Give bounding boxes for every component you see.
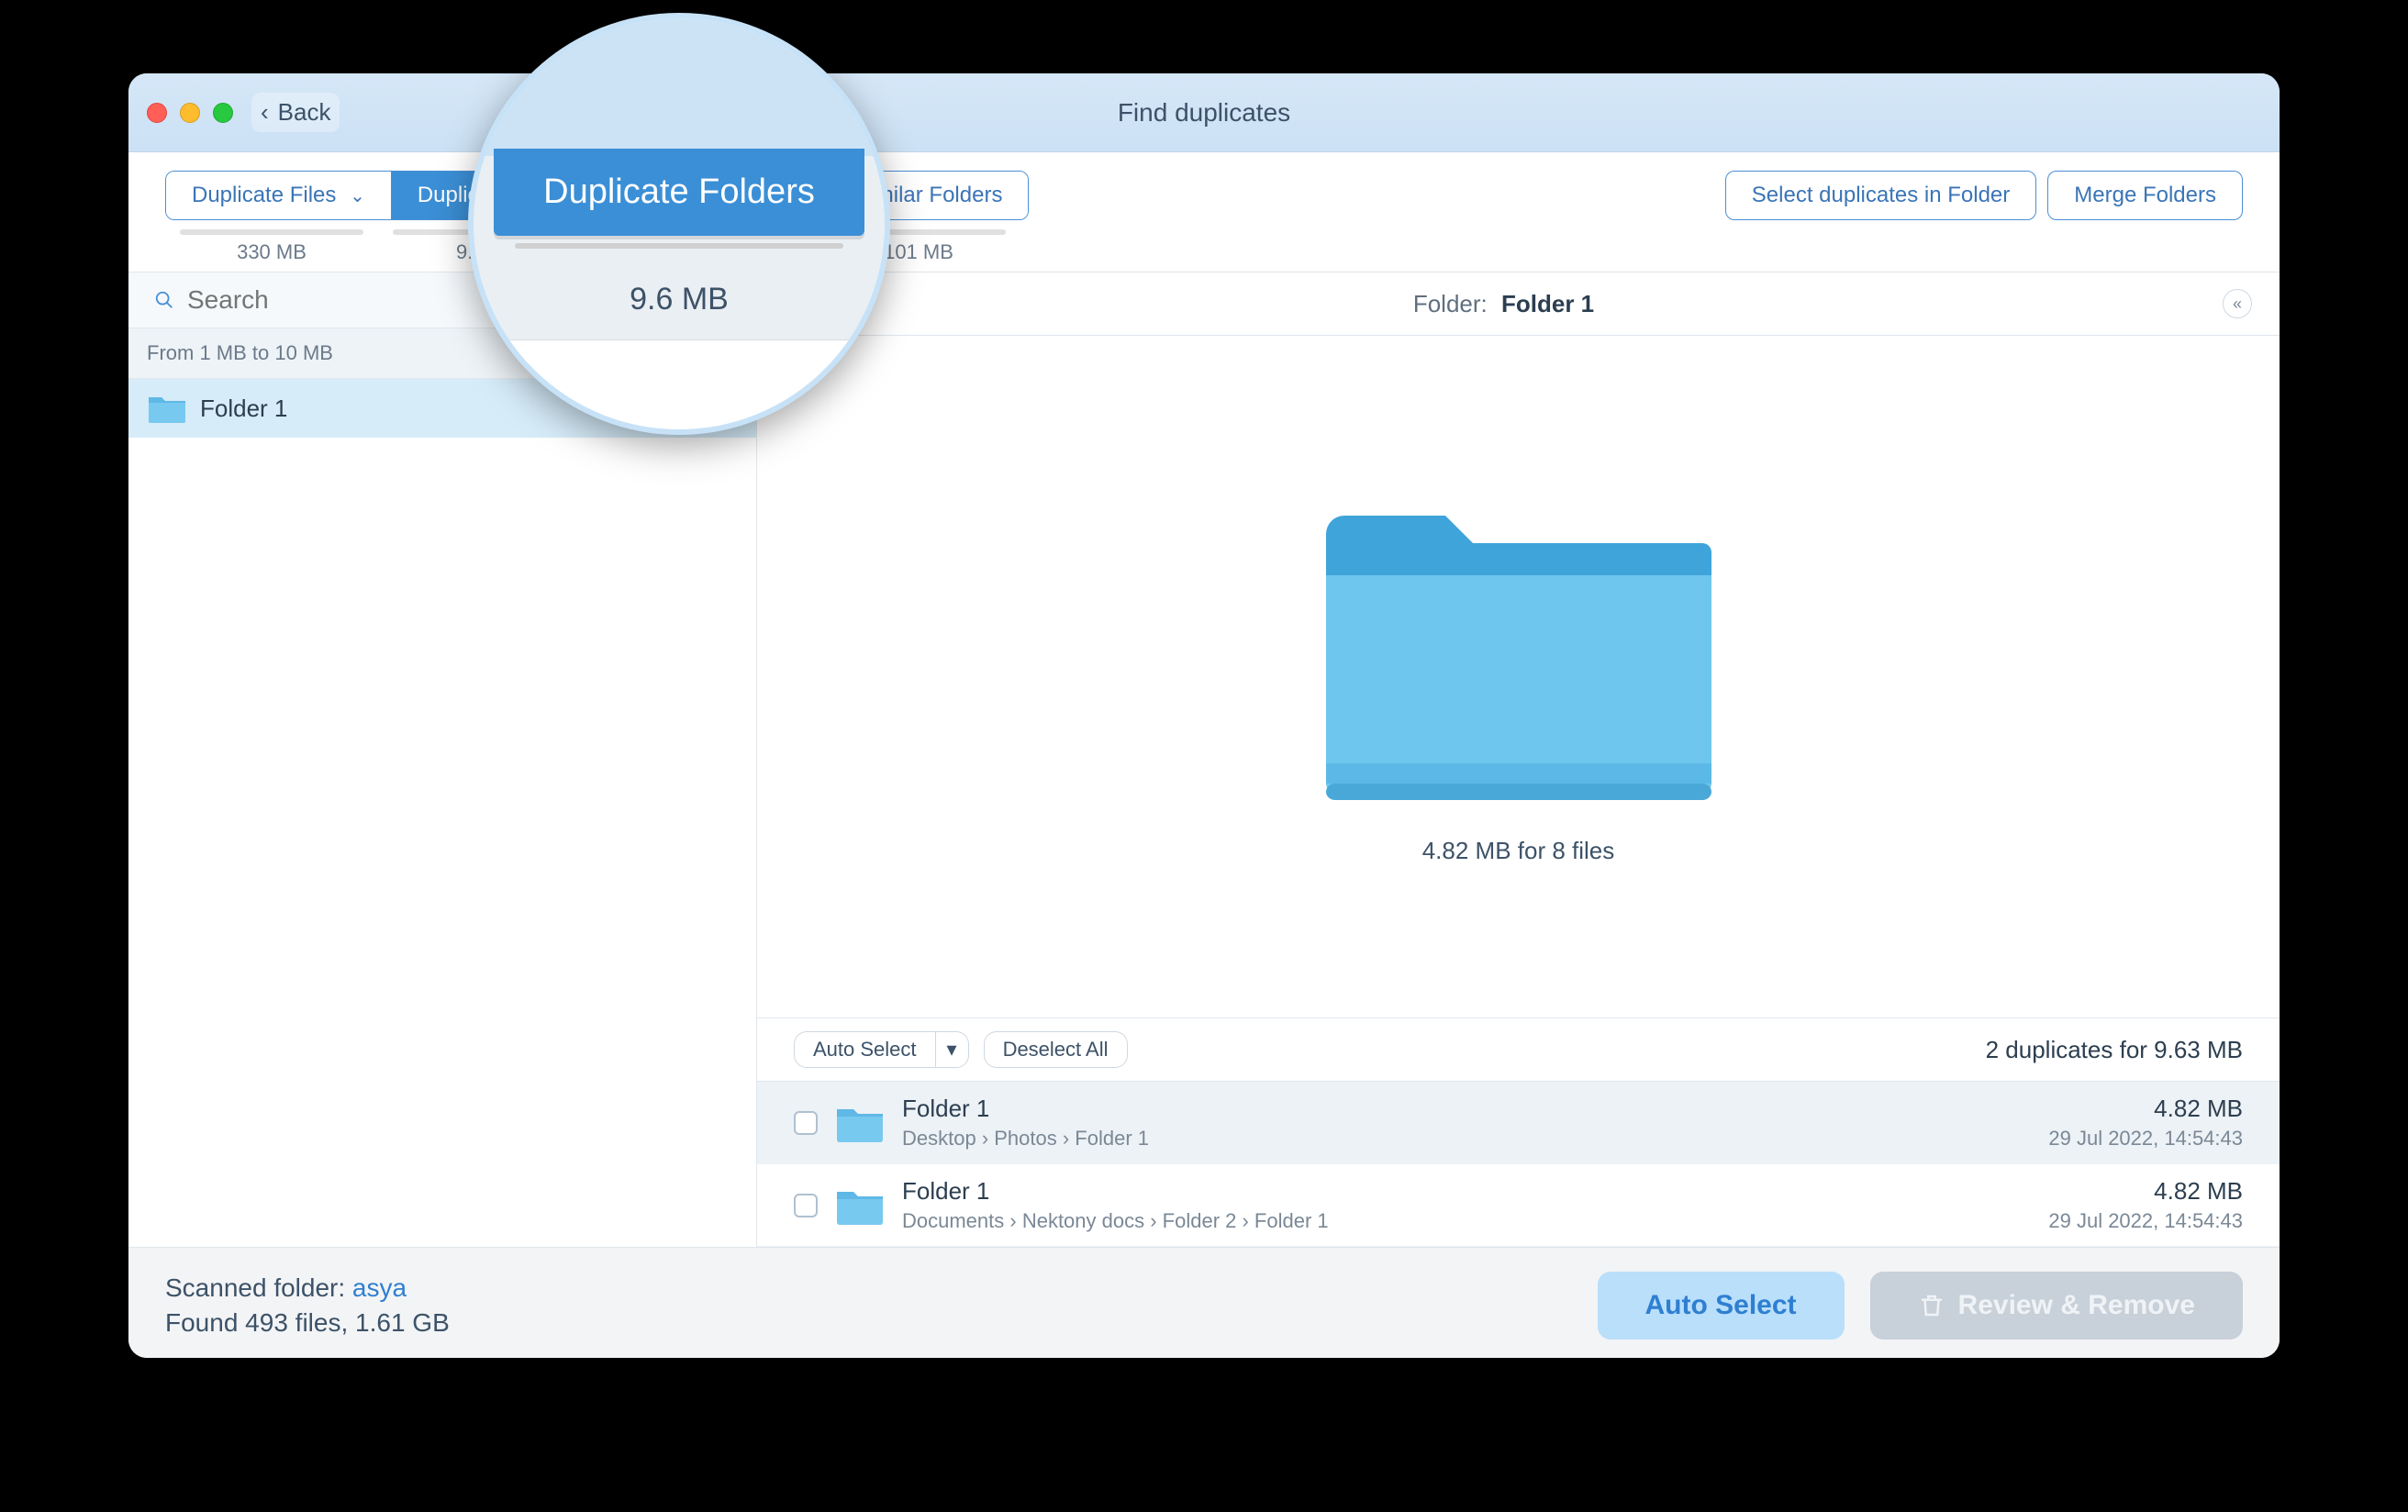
duplicate-row[interactable]: Folder 1 Documents › Nektony docs › Fold…	[757, 1164, 2280, 1247]
zoom-meter	[515, 243, 843, 249]
chevron-double-left-icon: «	[2233, 295, 2242, 314]
folder-icon	[834, 1184, 886, 1227]
minimize-window-button[interactable]	[180, 103, 200, 123]
tab-duplicate-files[interactable]: Duplicate Files ⌄	[166, 172, 392, 219]
detail-header-label: Folder:	[1413, 290, 1488, 317]
close-window-button[interactable]	[147, 103, 167, 123]
footer-auto-select-button[interactable]: Auto Select	[1598, 1272, 1845, 1340]
duplicate-size: 4.82 MB	[2048, 1095, 2243, 1123]
auto-select-button[interactable]: Auto Select	[794, 1031, 935, 1068]
zoom-size: 9.6 MB	[630, 282, 729, 317]
preview: 4.82 MB for 8 files	[757, 336, 2280, 1017]
collapse-button[interactable]: «	[2223, 289, 2252, 318]
detail-header-name: Folder 1	[1501, 290, 1594, 317]
zoom-active-tab: Duplicate Folders	[494, 149, 864, 236]
chevron-down-icon: ▾	[947, 1038, 957, 1061]
preview-caption: 4.82 MB for 8 files	[1422, 837, 1615, 865]
duplicate-date: 29 Jul 2022, 14:54:43	[2048, 1209, 2243, 1233]
scanned-folder-link[interactable]: asya	[352, 1273, 407, 1302]
duplicate-toolbar: Auto Select ▾ Deselect All 2 duplicates …	[757, 1017, 2280, 1082]
duplicate-row[interactable]: Folder 1 Desktop › Photos › Folder 1 4.8…	[757, 1082, 2280, 1164]
duplicate-name: Folder 1	[902, 1177, 2032, 1206]
folder-icon	[834, 1102, 886, 1144]
detail-pane: Folder: Folder 1 « 4.82 MB for 8 files	[757, 272, 2280, 1247]
maximize-window-button[interactable]	[213, 103, 233, 123]
folder-icon	[1317, 488, 1721, 809]
auto-select-dropdown-button[interactable]: ▾	[935, 1031, 969, 1068]
duplicate-name: Folder 1	[902, 1095, 2032, 1123]
sidebar-item-name: Folder 1	[200, 395, 590, 423]
chevron-left-icon: ‹	[261, 98, 269, 127]
back-label: Back	[278, 98, 331, 127]
trash-icon	[1918, 1292, 1945, 1319]
back-button[interactable]: ‹ Back	[251, 93, 340, 132]
select-duplicates-in-folder-button[interactable]: Select duplicates in Folder	[1725, 171, 2036, 220]
zoom-lens: Duplicate Folders 9.6 MB	[468, 13, 890, 435]
duplicate-path: Desktop › Photos › Folder 1	[902, 1127, 2032, 1151]
body: From 1 MB to 10 MB Folder 1 9.63 MB 2 Fo…	[128, 272, 2280, 1247]
duplicate-date: 29 Jul 2022, 14:54:43	[2048, 1127, 2243, 1151]
review-remove-label: Review & Remove	[1958, 1290, 2195, 1321]
folder-icon	[147, 392, 187, 425]
duplicate-size: 4.82 MB	[2048, 1177, 2243, 1206]
tab-size: 101 MB	[884, 240, 953, 264]
traffic-lights	[147, 103, 233, 123]
duplicate-path: Documents › Nektony docs › Folder 2 › Fo…	[902, 1209, 2032, 1233]
detail-header: Folder: Folder 1 «	[757, 272, 2280, 336]
tab-size: 330 MB	[237, 240, 307, 264]
checkbox[interactable]	[794, 1111, 818, 1135]
duplicate-summary: 2 duplicates for 9.63 MB	[1986, 1036, 2243, 1064]
titlebar: ‹ Back Find duplicates	[128, 73, 2280, 152]
merge-folders-button[interactable]: Merge Folders	[2047, 171, 2243, 220]
app-window: ‹ Back Find duplicates Duplicate Files ⌄…	[128, 73, 2280, 1358]
tab-label: Duplicate Files	[192, 183, 336, 207]
toolbar: Duplicate Files ⌄ Duplicate Folders Simi…	[128, 152, 2280, 272]
checkbox[interactable]	[794, 1194, 818, 1217]
duplicate-list: Folder 1 Desktop › Photos › Folder 1 4.8…	[757, 1082, 2280, 1247]
review-remove-button[interactable]: Review & Remove	[1870, 1272, 2243, 1340]
chevron-down-icon: ⌄	[350, 186, 365, 206]
footer: Scanned folder: asya Found 493 files, 1.…	[128, 1247, 2280, 1358]
scanned-folder-label: Scanned folder: asya	[165, 1273, 450, 1303]
auto-select-split-button: Auto Select ▾	[794, 1031, 969, 1068]
scan-stats: Found 493 files, 1.61 GB	[165, 1308, 450, 1338]
window-title: Find duplicates	[128, 98, 2280, 128]
deselect-all-button[interactable]: Deselect All	[984, 1031, 1128, 1068]
search-icon	[154, 290, 174, 310]
